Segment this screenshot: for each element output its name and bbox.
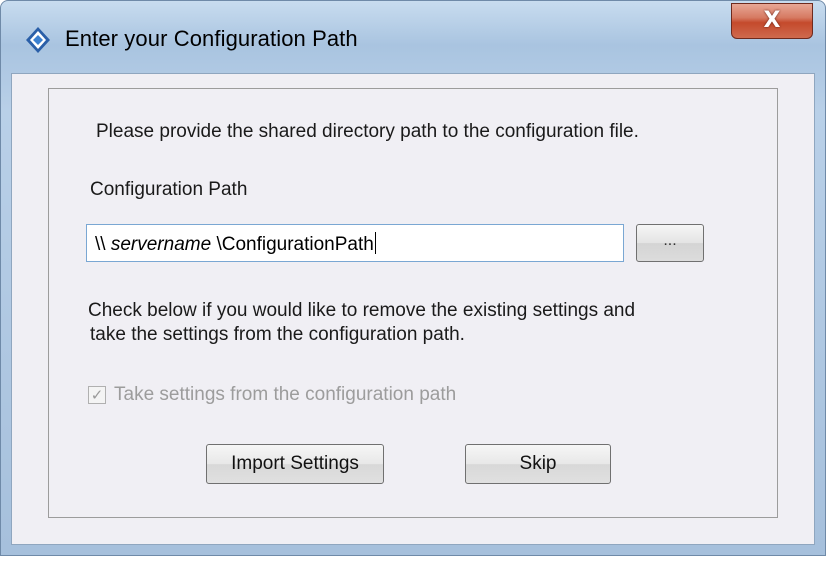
note-text-line-1: Check below if you would like to remove … [88, 300, 636, 321]
title-bar[interactable]: Enter your Configuration Path X [1, 1, 825, 73]
instruction-text: Please provide the shared directory path… [96, 121, 639, 142]
text-caret [374, 232, 376, 254]
window-title: Enter your Configuration Path [65, 26, 358, 51]
take-settings-label: Take settings from the configuration pat… [114, 384, 457, 405]
dialog-window: Enter your Configuration Path X Please p… [0, 0, 826, 556]
path-label: Configuration Path [90, 179, 248, 200]
configuration-path-input[interactable]: \\ servername \ConfigurationPath [86, 224, 624, 262]
app-logo-icon [26, 27, 50, 53]
close-button[interactable]: X [731, 3, 813, 39]
check-icon: ✓ [90, 386, 104, 404]
note-text-line-2: take the settings from the configuration… [90, 324, 465, 345]
skip-button[interactable]: Skip [465, 444, 611, 484]
browse-button[interactable]: ... [636, 224, 704, 262]
path-server: servername [110, 234, 212, 255]
path-prefix: \\ [95, 234, 106, 255]
take-settings-checkbox-row[interactable]: ✓ Take settings from the configuration p… [88, 384, 456, 406]
dialog-body: Please provide the shared directory path… [11, 73, 815, 545]
import-settings-button[interactable]: Import Settings [206, 444, 384, 484]
take-settings-checkbox[interactable]: ✓ [88, 386, 106, 404]
path-suffix: \ConfigurationPath [216, 234, 374, 255]
close-icon: X [763, 8, 781, 33]
